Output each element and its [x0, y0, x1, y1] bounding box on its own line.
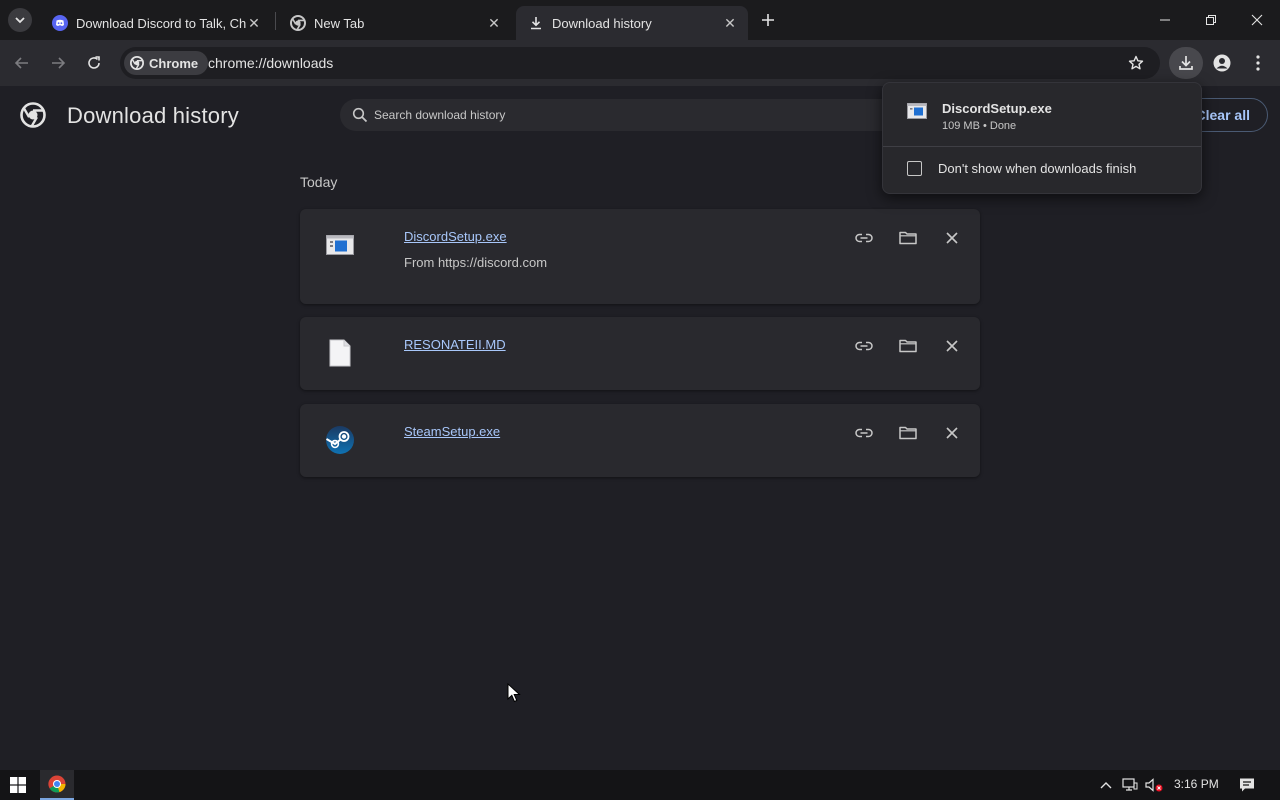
exe-window-icon: [324, 229, 356, 261]
file-link[interactable]: SteamSetup.exe: [404, 424, 500, 439]
chrome-icon: [48, 775, 66, 793]
reload-button[interactable]: [82, 51, 106, 75]
download-item: DiscordSetup.exe From https://discord.co…: [300, 209, 980, 304]
arrow-left-icon: [14, 57, 28, 69]
close-icon: [946, 340, 958, 352]
exe-window-icon: [907, 103, 927, 119]
file-link[interactable]: DiscordSetup.exe: [404, 229, 507, 244]
copy-link-button[interactable]: [852, 334, 876, 358]
reload-icon: [88, 56, 100, 69]
tab-title: New Tab: [314, 15, 365, 31]
mouse-cursor-icon: [507, 683, 521, 703]
volume-button[interactable]: [1144, 777, 1164, 793]
more-vertical-icon: [1256, 55, 1260, 71]
taskbar-chrome-button[interactable]: [40, 770, 74, 800]
close-icon[interactable]: ✕: [246, 15, 262, 31]
restore-button[interactable]: [1188, 0, 1234, 40]
search-icon: [352, 107, 368, 123]
chevron-up-icon: [1100, 782, 1112, 789]
discord-icon: [52, 15, 68, 31]
close-icon[interactable]: ✕: [722, 15, 738, 31]
document-icon: [324, 337, 356, 369]
bookmark-button[interactable]: [1126, 53, 1146, 73]
close-icon: [946, 427, 958, 439]
dont-show-label[interactable]: Don't show when downloads finish: [938, 161, 1136, 176]
folder-icon: [899, 339, 917, 353]
download-bubble: DiscordSetup.exe 109 MB • Done Don't sho…: [882, 82, 1202, 194]
close-icon: [946, 232, 958, 244]
page-title: Download history: [67, 103, 239, 128]
profile-button[interactable]: [1211, 52, 1233, 74]
link-icon: [855, 428, 873, 438]
remove-button[interactable]: [940, 226, 964, 250]
chrome-icon: [290, 15, 306, 31]
minimize-icon: [1160, 19, 1170, 21]
speaker-muted-icon: [1145, 778, 1163, 792]
chrome-icon: [130, 56, 144, 70]
url-text[interactable]: chrome://downloads: [208, 55, 333, 71]
back-button[interactable]: [10, 51, 34, 75]
download-icon: [528, 15, 544, 31]
tab-title: Download Discord to Talk, Chat: [76, 15, 246, 31]
person-icon: [1213, 54, 1231, 72]
star-icon: [1128, 55, 1144, 70]
chevron-down-icon: [15, 17, 25, 24]
tab-new-tab[interactable]: New Tab ✕: [278, 6, 512, 40]
start-button[interactable]: [0, 770, 36, 800]
source-url: From https://discord.com: [404, 255, 548, 270]
network-icon: [1122, 778, 1138, 791]
search-field[interactable]: [340, 99, 900, 131]
show-hidden-icons-button[interactable]: [1098, 777, 1114, 793]
copy-link-button[interactable]: [852, 226, 876, 250]
search-input[interactable]: [374, 108, 774, 122]
link-icon: [855, 233, 873, 243]
show-in-folder-button[interactable]: [896, 226, 920, 250]
close-icon[interactable]: ✕: [486, 15, 502, 31]
link-icon: [855, 341, 873, 351]
notifications-button[interactable]: [1238, 776, 1256, 794]
tab-separator: [275, 12, 276, 30]
tab-discord[interactable]: Download Discord to Talk, Chat ✕: [40, 6, 272, 40]
network-button[interactable]: [1121, 777, 1139, 793]
notification-icon: [1240, 778, 1254, 792]
bubble-file-name[interactable]: DiscordSetup.exe: [942, 101, 1052, 116]
site-info-chip[interactable]: Chrome: [124, 51, 209, 75]
forward-button[interactable]: [46, 51, 70, 75]
chip-label: Chrome: [149, 55, 199, 71]
folder-icon: [899, 231, 917, 245]
chrome-logo-icon: [20, 102, 46, 128]
clock[interactable]: 3:16 PM: [1174, 777, 1219, 791]
show-in-folder-button[interactable]: [896, 334, 920, 358]
show-in-folder-button[interactable]: [896, 421, 920, 445]
close-window-button[interactable]: [1234, 0, 1280, 40]
tab-strip: Download Discord to Talk, Chat ✕ New Tab…: [0, 0, 1280, 40]
bubble-status: 109 MB • Done: [942, 120, 1017, 132]
tab-download-history[interactable]: Download history ✕: [516, 6, 748, 40]
minimize-button[interactable]: [1142, 0, 1188, 40]
dont-show-checkbox[interactable]: [907, 161, 922, 176]
download-icon: [1179, 56, 1193, 70]
restore-icon: [1206, 15, 1216, 25]
download-item: SteamSetup.exe: [300, 404, 980, 477]
new-tab-button[interactable]: [758, 10, 778, 30]
plus-icon: [762, 14, 774, 26]
arrow-right-icon: [52, 57, 66, 69]
downloads-button[interactable]: [1169, 47, 1203, 79]
tab-search-button[interactable]: [8, 8, 32, 32]
file-link[interactable]: RESONATEII.MD: [404, 337, 506, 352]
download-item: RESONATEII.MD: [300, 317, 980, 390]
divider: [883, 146, 1201, 147]
tab-title: Download history: [552, 15, 652, 31]
windows-logo-icon: [10, 777, 26, 793]
taskbar: 3:16 PM: [0, 770, 1280, 800]
folder-icon: [899, 426, 917, 440]
close-icon: [1251, 14, 1263, 26]
section-heading-today: Today: [300, 174, 338, 190]
remove-button[interactable]: [940, 421, 964, 445]
copy-link-button[interactable]: [852, 421, 876, 445]
menu-button[interactable]: [1248, 52, 1268, 74]
steam-icon: [324, 424, 356, 456]
remove-button[interactable]: [940, 334, 964, 358]
